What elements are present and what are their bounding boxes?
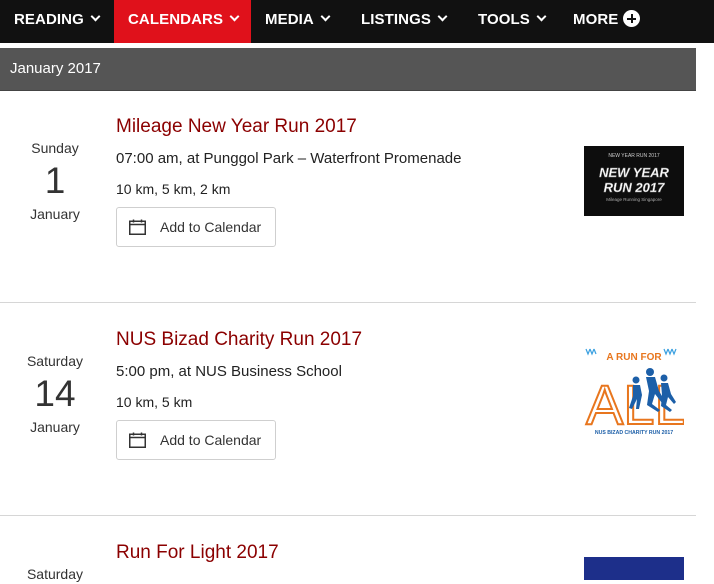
- event-distances: 10 km, 5 km: [116, 394, 193, 410]
- calendar-icon: [129, 432, 146, 448]
- event-image[interactable]: [584, 557, 684, 580]
- poster-line-2: RUN 2017: [604, 180, 665, 195]
- plus-circle-icon: [623, 10, 641, 27]
- nav-listings-label: LISTINGS: [361, 11, 431, 28]
- chevron-down-icon: [320, 11, 331, 22]
- nav-reading[interactable]: READING: [0, 0, 113, 43]
- logo-bottom-text: NUS BIZAD CHARITY RUN 2017: [595, 430, 673, 436]
- chevron-down-icon: [437, 11, 448, 22]
- nav-calendars-label: CALENDARS: [128, 11, 224, 28]
- calendar-icon: [129, 219, 146, 235]
- event-image[interactable]: A RUN FOR ALL NUS BIZAD CHARITY RUN 2017: [584, 346, 687, 438]
- nav-reading-label: READING: [14, 11, 84, 28]
- event-weekday: Saturday: [26, 566, 84, 582]
- event-date: Sunday 1 January: [0, 138, 110, 224]
- event-time-location: 07:00 am, at Punggol Park – Waterfront P…: [116, 150, 462, 167]
- event-time-location: 5:00 pm, at NUS Business School: [116, 363, 342, 380]
- chevron-down-icon: [536, 11, 547, 22]
- month-header-label: January 2017: [10, 60, 101, 77]
- nav-listings[interactable]: LISTINGS: [361, 0, 448, 43]
- add-to-calendar-button[interactable]: Add to Calendar: [116, 207, 276, 247]
- event-title-link[interactable]: NUS Bizad Charity Run 2017: [116, 329, 362, 351]
- event-weekday: Sunday: [31, 140, 79, 156]
- chevron-down-icon: [90, 11, 101, 22]
- event-day: 1: [44, 160, 66, 201]
- svg-text:NEW YEAR RUN 2017: NEW YEAR RUN 2017: [608, 153, 660, 159]
- event-divider: [0, 515, 696, 516]
- month-header: January 2017: [0, 48, 696, 91]
- poster-line-1: NEW YEAR: [599, 165, 669, 180]
- nav-calendars[interactable]: CALENDARS: [114, 0, 251, 43]
- nav-tools-label: TOOLS: [478, 11, 530, 28]
- event-month: January: [30, 206, 80, 222]
- main-nav: READING CALENDARS MEDIA LISTINGS TOOLS M…: [0, 0, 714, 43]
- run-for-all-logo: A RUN FOR ALL NUS BIZAD CHARITY RUN 2017: [584, 346, 687, 438]
- event-title-link[interactable]: Mileage New Year Run 2017: [116, 116, 357, 138]
- nav-media[interactable]: MEDIA: [265, 0, 331, 43]
- add-to-calendar-label: Add to Calendar: [160, 432, 262, 448]
- logo-top-text: A RUN FOR: [606, 352, 662, 363]
- add-to-calendar-label: Add to Calendar: [160, 219, 262, 235]
- event-day: 14: [34, 373, 76, 414]
- new-year-run-poster: NEW YEAR RUN 2017 NEW YEAR RUN 2017 Mile…: [584, 146, 684, 216]
- nav-media-label: MEDIA: [265, 11, 314, 28]
- nav-more[interactable]: MORE: [573, 0, 641, 43]
- event-image[interactable]: NEW YEAR RUN 2017 NEW YEAR RUN 2017 Mile…: [584, 146, 684, 216]
- nav-tools[interactable]: TOOLS: [478, 0, 547, 43]
- event-date: Saturday 14 January: [0, 351, 110, 437]
- event-date: Saturday: [0, 564, 110, 584]
- event-title-link[interactable]: Run For Light 2017: [116, 542, 279, 564]
- event-month: January: [30, 419, 80, 435]
- event-weekday: Saturday: [26, 353, 84, 369]
- poster-small-text: Mileage Running Singapore: [606, 197, 662, 202]
- nav-more-label: MORE: [573, 11, 619, 28]
- event-distances: 10 km, 5 km, 2 km: [116, 181, 231, 197]
- chevron-down-icon: [229, 11, 240, 22]
- event-divider: [0, 302, 696, 303]
- add-to-calendar-button[interactable]: Add to Calendar: [116, 420, 276, 460]
